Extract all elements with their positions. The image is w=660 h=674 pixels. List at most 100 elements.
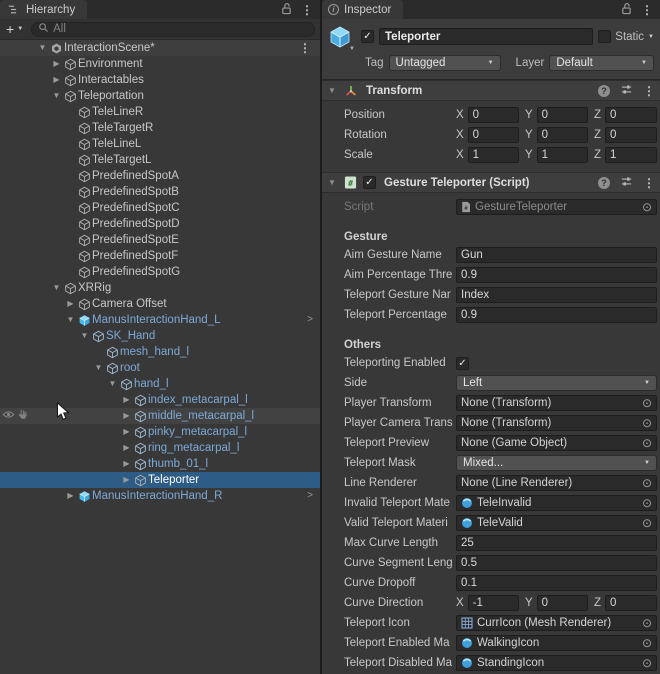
tree-item-manusinteractionhand-l[interactable]: ▼ManusInteractionHand_L>: [0, 312, 320, 328]
foldout-arrow[interactable]: ▶: [120, 428, 133, 436]
side-dropdown[interactable]: Left▼: [456, 375, 657, 391]
tree-item-environment[interactable]: ▶Environment: [0, 56, 320, 72]
foldout-arrow[interactable]: ▶: [120, 460, 133, 468]
object-picker-icon[interactable]: ⊙: [640, 437, 654, 449]
position-x-input[interactable]: [468, 107, 519, 123]
tree-item-predefinedspotb[interactable]: PredefinedSpotB: [0, 184, 320, 200]
tree-item-predefinedspotc[interactable]: PredefinedSpotC: [0, 200, 320, 216]
valid-teleport-materi-object-field[interactable]: TeleValid⊙: [456, 515, 657, 531]
row-menu-icon[interactable]: ⋮: [299, 42, 320, 54]
tree-item-interactionscene[interactable]: ▼InteractionScene*⋮: [0, 40, 320, 56]
foldout-arrow[interactable]: ▶: [64, 492, 77, 500]
panel-menu-icon[interactable]: ⋮: [301, 4, 313, 16]
curve-direction-x-input[interactable]: [468, 595, 519, 611]
add-object-button[interactable]: + ▼: [3, 22, 26, 36]
tag-dropdown[interactable]: Untagged ▼: [389, 55, 501, 71]
tree-item-xrrig[interactable]: ▼XRRig: [0, 280, 320, 296]
active-checkbox[interactable]: ✓: [361, 30, 374, 43]
foldout-arrow[interactable]: ▶: [120, 476, 133, 484]
object-picker-icon[interactable]: ⊙: [640, 637, 654, 649]
teleport-enabled-ma-object-field[interactable]: WalkingIcon⊙: [456, 635, 657, 651]
foldout-arrow[interactable]: ▼: [36, 44, 49, 52]
scale-x-input[interactable]: [468, 147, 519, 163]
static-checkbox[interactable]: [598, 30, 611, 43]
tree-item-ring-metacarpal-l[interactable]: ▶ring_metacarpal_l: [0, 440, 320, 456]
tree-item-hand-l[interactable]: ▼hand_l: [0, 376, 320, 392]
pick-icon[interactable]: [17, 409, 28, 423]
lock-icon[interactable]: [621, 2, 632, 18]
max-curve-length-input[interactable]: [456, 535, 657, 551]
foldout-arrow[interactable]: ▶: [120, 444, 133, 452]
position-y-input[interactable]: [537, 107, 588, 123]
tree-item-sk-hand[interactable]: ▼SK_Hand: [0, 328, 320, 344]
rotation-x-input[interactable]: [468, 127, 519, 143]
foldout-arrow[interactable]: ▶: [50, 60, 63, 68]
tab-inspector[interactable]: i Inspector: [322, 0, 403, 19]
object-picker-icon[interactable]: ⊙: [640, 417, 654, 429]
chevron-down-icon[interactable]: ▼: [648, 34, 654, 40]
player-transform-object-field[interactable]: None (Transform)⊙: [456, 395, 657, 411]
teleport-disabled-ma-object-field[interactable]: StandingIcon⊙: [456, 655, 657, 671]
foldout-arrow[interactable]: ▼: [78, 332, 91, 340]
tree-item-teleporter[interactable]: ▶Teleporter: [0, 472, 320, 488]
tree-item-mesh-hand-l[interactable]: mesh_hand_l: [0, 344, 320, 360]
search-input[interactable]: All: [31, 22, 315, 37]
object-picker-icon[interactable]: ⊙: [640, 397, 654, 409]
tree-item-teletargetr[interactable]: TeleTargetR: [0, 120, 320, 136]
tree-item-index-metacarpal-l[interactable]: ▶index_metacarpal_l: [0, 392, 320, 408]
scale-z-input[interactable]: [605, 147, 657, 163]
teleporting-enabled-checkbox[interactable]: ✓: [456, 357, 469, 370]
component-enabled-checkbox[interactable]: ✓: [363, 176, 376, 189]
rotation-y-input[interactable]: [537, 127, 588, 143]
presets-icon[interactable]: [620, 83, 633, 99]
position-z-input[interactable]: [605, 107, 657, 123]
aim-gesture-name-input[interactable]: [456, 247, 657, 263]
tree-item-camera-offset[interactable]: ▶Camera Offset: [0, 296, 320, 312]
tree-item-middle-metacarpal-l[interactable]: ▶middle_metacarpal_l: [0, 408, 320, 424]
foldout-arrow[interactable]: ▶: [120, 396, 133, 404]
foldout-arrow[interactable]: ▼: [50, 284, 63, 292]
tree-item-predefinedspote[interactable]: PredefinedSpotE: [0, 232, 320, 248]
script-object-field[interactable]: #GestureTeleporter⊙: [456, 199, 657, 215]
tree-item-teleportation[interactable]: ▼Teleportation: [0, 88, 320, 104]
panel-menu-icon[interactable]: ⋮: [641, 4, 653, 16]
help-icon[interactable]: ?: [598, 85, 610, 97]
component-menu-icon[interactable]: ⋮: [643, 85, 655, 97]
tree-item-root[interactable]: ▼root: [0, 360, 320, 376]
foldout-arrow[interactable]: ▼: [326, 179, 338, 187]
presets-icon[interactable]: [620, 175, 633, 191]
object-picker-icon[interactable]: ⊙: [640, 477, 654, 489]
curve-direction-y-input[interactable]: [537, 595, 588, 611]
object-picker-icon[interactable]: ⊙: [640, 517, 654, 529]
prefab-chevron-icon[interactable]: >: [307, 491, 320, 501]
tree-item-predefinedspotd[interactable]: PredefinedSpotD: [0, 216, 320, 232]
curve-direction-z-input[interactable]: [605, 595, 657, 611]
curve-dropoff-input[interactable]: [456, 575, 657, 591]
line-renderer-object-field[interactable]: None (Line Renderer)⊙: [456, 475, 657, 491]
tree-item-predefinedspotf[interactable]: PredefinedSpotF: [0, 248, 320, 264]
rotation-z-input[interactable]: [605, 127, 657, 143]
tab-hierarchy[interactable]: Hierarchy: [0, 0, 87, 19]
component-header-gesture-teleporter-script[interactable]: ▼#✓Gesture Teleporter (Script)?⋮: [322, 172, 660, 193]
layer-dropdown[interactable]: Default ▼: [549, 55, 654, 71]
object-picker-icon[interactable]: ⊙: [640, 657, 654, 669]
object-picker-icon[interactable]: ⊙: [640, 497, 654, 509]
tree-item-interactables[interactable]: ▶Interactables: [0, 72, 320, 88]
tree-item-telelinel[interactable]: TeleLineL: [0, 136, 320, 152]
foldout-arrow[interactable]: ▼: [92, 364, 105, 372]
teleport-percentage-input[interactable]: [456, 307, 657, 323]
component-menu-icon[interactable]: ⋮: [643, 177, 655, 189]
foldout-arrow[interactable]: ▼: [64, 316, 77, 324]
teleport-preview-object-field[interactable]: None (Game Object)⊙: [456, 435, 657, 451]
tree-item-pinky-metacarpal-l[interactable]: ▶pinky_metacarpal_l: [0, 424, 320, 440]
foldout-arrow[interactable]: ▶: [64, 300, 77, 308]
component-header-transform[interactable]: ▼Transform?⋮: [322, 80, 660, 101]
name-field[interactable]: [379, 28, 593, 45]
gameobject-cube-icon[interactable]: ▼: [328, 25, 356, 51]
invalid-teleport-mate-object-field[interactable]: TeleInvalid⊙: [456, 495, 657, 511]
foldout-arrow[interactable]: ▼: [50, 92, 63, 100]
tree-item-teletargetl[interactable]: TeleTargetL: [0, 152, 320, 168]
foldout-arrow[interactable]: ▶: [50, 76, 63, 84]
foldout-arrow[interactable]: ▼: [326, 87, 338, 95]
teleport-icon-object-field[interactable]: CurrIcon (Mesh Renderer)⊙: [456, 615, 657, 631]
